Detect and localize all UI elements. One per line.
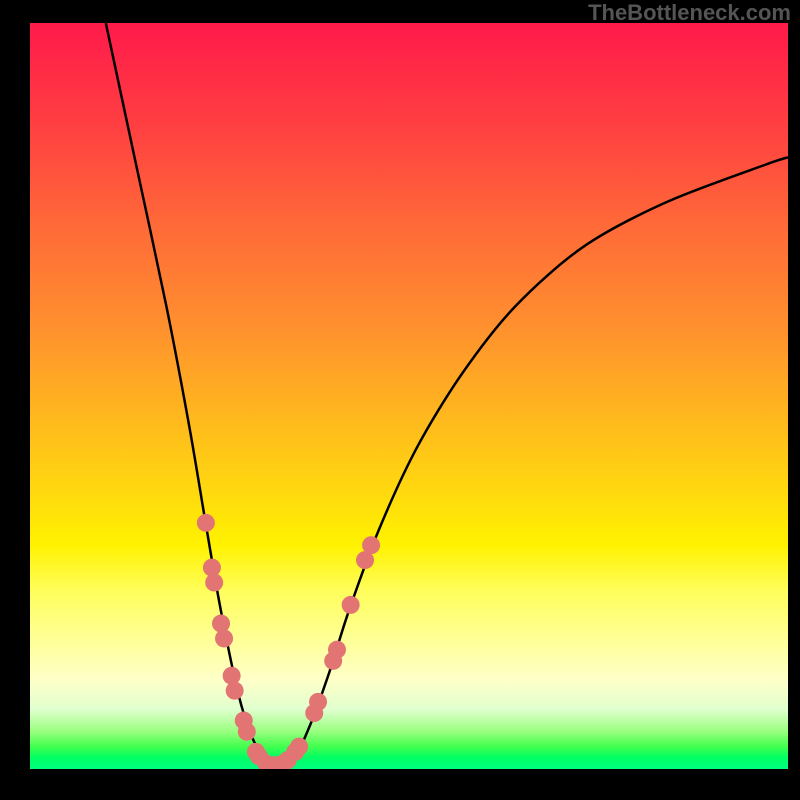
data-point	[215, 629, 233, 647]
data-point	[205, 574, 223, 592]
bottleneck-curve	[106, 23, 788, 765]
data-point	[362, 536, 380, 554]
data-point	[223, 667, 241, 685]
chart-svg	[30, 23, 788, 769]
data-point	[197, 514, 215, 532]
data-point	[290, 738, 308, 756]
data-point	[212, 615, 230, 633]
data-point	[309, 693, 327, 711]
data-points-group	[197, 514, 380, 769]
data-point	[328, 641, 346, 659]
chart-container: TheBottleneck.com	[0, 0, 800, 800]
attribution-text: TheBottleneck.com	[588, 0, 791, 26]
data-point	[238, 723, 256, 741]
data-point	[342, 596, 360, 614]
plot-area	[30, 23, 788, 769]
data-point	[226, 682, 244, 700]
